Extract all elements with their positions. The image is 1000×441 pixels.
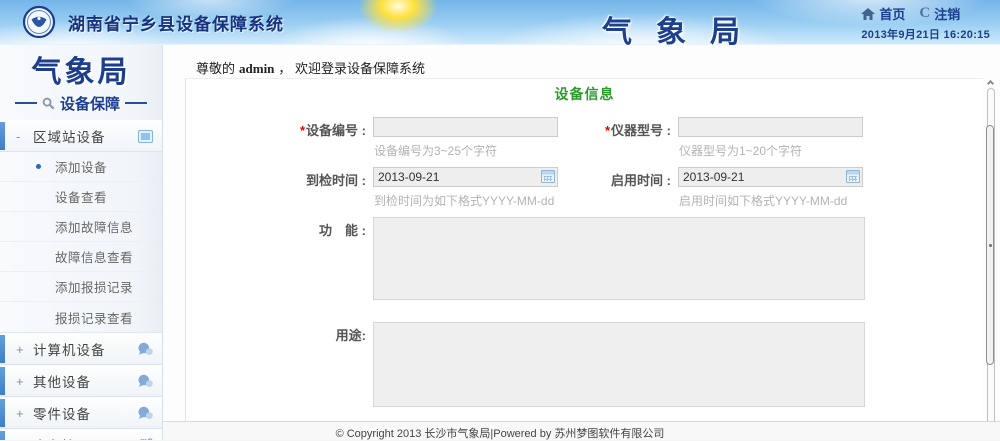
sidebar-group-other-equipment[interactable]: + 其他设备 — [0, 365, 162, 397]
chat-icon — [137, 406, 153, 420]
sidebar-subitem-add-device[interactable]: 添加设备 — [0, 152, 162, 182]
model-no-input[interactable] — [678, 117, 863, 137]
usage-label: 用途: — [186, 322, 366, 344]
bullet-placeholder — [36, 194, 41, 199]
device-no-label: *设备编号 : — [186, 117, 366, 139]
required-mark: * — [605, 123, 610, 138]
calendar-icon[interactable] — [846, 170, 860, 183]
divider-line — [125, 102, 147, 104]
sidebar-subitem-view-damage-record[interactable]: 报损记录查看 — [0, 302, 162, 332]
header-brand-area: 湖南省宁乡县设备保障系统 — [22, 5, 284, 39]
expand-plus-icon: + — [16, 374, 24, 389]
expand-plus-icon: + — [16, 342, 24, 357]
sidebar-group-region-station[interactable]: - 区域站设备 — [0, 120, 162, 152]
usage-textarea[interactable] — [373, 322, 865, 407]
spacer — [186, 300, 983, 322]
subitem-label: 故障信息查看 — [55, 247, 133, 266]
form-title: 设备信息 — [186, 79, 983, 104]
window-icon — [138, 130, 153, 143]
expand-plus-icon: + — [16, 406, 24, 421]
check-date-label: 到检时间 : — [186, 167, 366, 189]
divider-line — [15, 102, 37, 104]
device-info-panel: 设备信息 *设备编号 : *仪器型号 : 设备编号为3~25个字符 仪器型号为1… — [185, 78, 983, 421]
home-icon[interactable] — [861, 8, 875, 20]
top-header: 湖南省宁乡县设备保障系统 气象局 首页 C 注销 2013年9月21日 16:2… — [0, 0, 1000, 45]
sidebar-subtitle-row: 设备保障 — [0, 92, 162, 114]
device-no-input[interactable] — [373, 117, 558, 137]
group-accent-bar — [0, 367, 5, 395]
form-hint-row: 到检时间为如下格式YYYY-MM-dd 启用时间如下格式YYYY-MM-dd — [374, 192, 983, 209]
enable-date-input[interactable] — [678, 167, 863, 187]
group-label: 区域站设备 — [33, 126, 106, 146]
check-date-hint: 到检时间为如下格式YYYY-MM-dd — [374, 192, 679, 209]
welcome-message: 尊敬的admin， 欢迎登录设备保障系统 — [163, 45, 1000, 77]
function-textarea[interactable] — [373, 217, 865, 300]
datetime-display: 2013年9月21日 16:20:15 — [861, 26, 990, 42]
greeting-suffix: ， 欢迎登录设备保障系统 — [278, 61, 425, 76]
form-row-function: 功 能 : — [186, 217, 983, 300]
form-row-dates: 到检时间 : 启用时间 : — [186, 167, 983, 189]
chat-icon — [137, 342, 153, 356]
sidebar-menu: - 区域站设备 添加设备 设备查看 添加故障信息 — [0, 120, 162, 440]
form-row-ids: *设备编号 : *仪器型号 : — [186, 117, 983, 139]
collapse-minus-icon: - — [16, 129, 24, 144]
group-label: 零件设备 — [33, 403, 91, 423]
model-no-label: *仪器型号 : — [558, 117, 671, 139]
bureau-logo-icon — [22, 5, 56, 39]
form-hint-row: 设备编号为3~25个字符 仪器型号为1~20个字符 — [374, 142, 983, 159]
form-row-usage: 用途: — [186, 322, 983, 407]
app-window: 湖南省宁乡县设备保障系统 气象局 首页 C 注销 2013年9月21日 16:2… — [0, 0, 1000, 440]
sidebar-group-computer-equipment[interactable]: + 计算机设备 — [0, 333, 162, 365]
group-accent-bar — [0, 399, 5, 427]
search-icon — [42, 97, 55, 110]
main-content: 尊敬的admin， 欢迎登录设备保障系统 设备信息 *设备编号 : *仪器型号 … — [163, 45, 1000, 440]
bullet-placeholder — [36, 254, 41, 259]
logout-icon[interactable]: C — [919, 5, 930, 22]
device-info-form: *设备编号 : *仪器型号 : 设备编号为3~25个字符 仪器型号为1~20个字… — [186, 117, 983, 421]
scrollbar-up-arrow-icon[interactable] — [987, 78, 995, 86]
sidebar-submenu: 添加设备 设备查看 添加故障信息 故障信息查看 添加报损记录 — [0, 152, 162, 333]
scrollbar-thumb[interactable] — [986, 125, 994, 365]
subitem-label: 添加故障信息 — [55, 217, 133, 236]
sidebar-subitem-add-damage-record[interactable]: 添加报损记录 — [0, 272, 162, 302]
function-label: 功 能 : — [186, 217, 366, 239]
sidebar-subtitle: 设备保障 — [60, 93, 120, 114]
sidebar-subitem-view-device[interactable]: 设备查看 — [0, 182, 162, 212]
bullet-placeholder — [36, 315, 41, 320]
header-nav: 首页 C 注销 2013年9月21日 16:20:15 — [861, 4, 990, 42]
greeting-prefix: 尊敬的 — [196, 61, 235, 76]
subitem-label: 设备查看 — [55, 187, 107, 206]
bullet-placeholder — [36, 224, 41, 229]
copyright-text: © Copyright 2013 长沙市气象局|Powered by 苏州梦图软… — [0, 425, 1000, 441]
device-no-hint: 设备编号为3~25个字符 — [374, 142, 679, 159]
sidebar-subitem-view-fault-info[interactable]: 故障信息查看 — [0, 242, 162, 272]
sidebar: 气象局 设备保障 - 区域站设备 添加设备 — [0, 45, 163, 440]
enable-date-label: 启用时间 : — [558, 167, 671, 189]
check-date-input[interactable] — [373, 167, 558, 187]
subitem-label: 添加报损记录 — [55, 277, 133, 296]
model-no-hint: 仪器型号为1~20个字符 — [679, 142, 802, 159]
calendar-icon[interactable] — [541, 170, 555, 183]
active-bullet-icon — [36, 164, 41, 169]
system-title: 湖南省宁乡县设备保障系统 — [68, 10, 284, 35]
group-label: 计算机设备 — [33, 339, 106, 359]
home-link[interactable]: 首页 — [879, 4, 905, 23]
logout-link[interactable]: 注销 — [934, 4, 960, 23]
sidebar-logo-text: 气象局 — [0, 47, 162, 91]
chat-icon — [137, 374, 153, 388]
group-accent-bar — [0, 335, 5, 363]
username: admin — [235, 61, 278, 76]
enable-date-hint: 启用时间如下格式YYYY-MM-dd — [679, 192, 847, 209]
bullet-placeholder — [36, 284, 41, 289]
subitem-label: 报损记录查看 — [55, 308, 133, 327]
vertical-scrollbar[interactable] — [985, 78, 997, 438]
required-mark: * — [300, 123, 305, 138]
group-label: 其他设备 — [33, 371, 91, 391]
subitem-label: 添加设备 — [55, 157, 107, 176]
sidebar-subitem-add-fault-info[interactable]: 添加故障信息 — [0, 212, 162, 242]
group-accent-bar — [0, 122, 5, 150]
footer: © Copyright 2013 长沙市气象局|Powered by 苏州梦图软… — [163, 421, 1000, 440]
